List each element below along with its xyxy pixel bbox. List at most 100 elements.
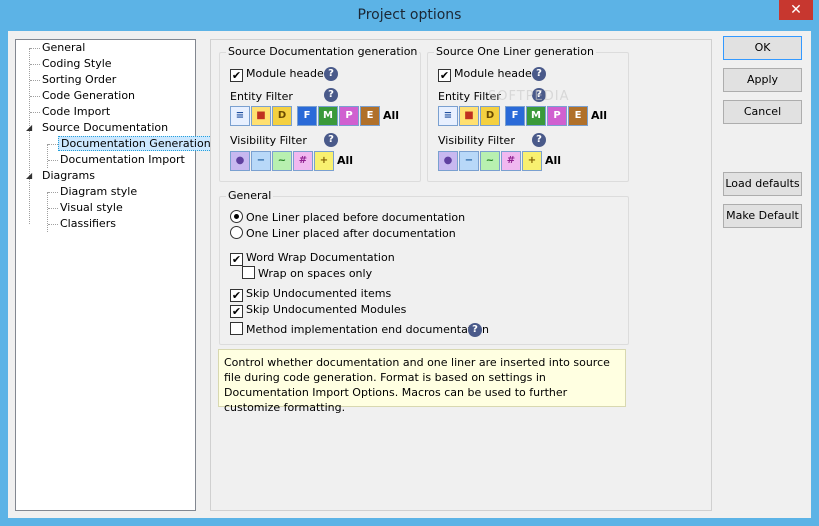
e-icon[interactable]: E — [568, 106, 588, 126]
title-bar[interactable]: Project options ✕ — [0, 0, 819, 31]
package-icon[interactable]: ~ — [272, 151, 292, 171]
help-icon[interactable]: ? — [324, 67, 338, 81]
help-icon[interactable]: ? — [324, 133, 338, 147]
tree-item-label: Diagrams — [42, 169, 95, 182]
tree-item-sorting-order[interactable]: Sorting Order — [42, 72, 116, 88]
all-label[interactable]: All — [591, 109, 607, 122]
checkbox-label: Skip Undocumented items — [246, 287, 392, 300]
checkbox-box[interactable]: ✔ — [230, 289, 243, 302]
p-icon[interactable]: P — [339, 106, 359, 126]
tree-item-classifiers[interactable]: Classifiers — [60, 216, 116, 232]
tree-item-documentation-generation[interactable]: Documentation Generation — [58, 136, 214, 152]
tree-connector — [47, 192, 48, 232]
m-icon[interactable]: M — [318, 106, 338, 126]
tree-connector — [47, 144, 48, 168]
internal-icon[interactable]: # — [293, 151, 313, 171]
help-icon[interactable]: ? — [324, 88, 338, 102]
protected-icon[interactable]: − — [459, 151, 479, 171]
radio-before-doc[interactable]: One Liner placed before documentation — [230, 210, 465, 226]
tree-item-diagram-style[interactable]: Diagram style — [60, 184, 137, 200]
tree-item-diagrams[interactable]: Diagrams — [42, 168, 95, 184]
method-end-checkbox[interactable]: Method implementation end documentation — [230, 322, 489, 338]
dialog-client: General Coding Style Sorting Order Code … — [8, 31, 811, 518]
source-doc-group-title: Source Documentation generation — [226, 45, 420, 58]
f-icon[interactable]: F — [505, 106, 525, 126]
radio-button[interactable] — [230, 210, 243, 223]
checkbox-box[interactable] — [230, 322, 243, 335]
softpedia-watermark: SOFTPEDIA — [488, 89, 570, 104]
tree-item-code-generation[interactable]: Code Generation — [42, 88, 135, 104]
checkbox-label: Module header — [246, 67, 329, 80]
module-header-checkbox[interactable]: ✔ Module header — [230, 66, 328, 82]
p-icon[interactable]: P — [547, 106, 567, 126]
checkbox-label: Skip Undocumented Modules — [246, 303, 407, 316]
close-button[interactable]: ✕ — [779, 0, 813, 20]
visibility-filter-label: Visibility Filter — [230, 134, 307, 147]
tree-item-label: Source Documentation — [42, 121, 169, 134]
tree-item-label: Coding Style — [42, 57, 112, 70]
protected-icon[interactable]: − — [251, 151, 271, 171]
f-icon[interactable]: F — [297, 106, 317, 126]
public-icon[interactable]: + — [522, 151, 542, 171]
tree-connector — [30, 80, 40, 81]
cancel-button[interactable]: Cancel — [723, 100, 802, 124]
tree-connector — [30, 64, 40, 65]
m-icon[interactable]: M — [526, 106, 546, 126]
tree-item-label: Code Generation — [42, 89, 136, 102]
tree-connector — [30, 112, 40, 113]
collapse-arrow-icon[interactable]: ◢ — [26, 123, 32, 132]
source-doc-group: Source Documentation generation ✔ Module … — [219, 45, 421, 182]
shapes-icon[interactable]: ■ — [251, 106, 271, 126]
collapse-arrow-icon[interactable]: ◢ — [26, 171, 32, 180]
internal-icon[interactable]: # — [501, 151, 521, 171]
all-label[interactable]: All — [337, 154, 353, 167]
checkbox-box[interactable]: ✔ — [230, 305, 243, 318]
tree-item-source-documentation[interactable]: Source Documentation — [42, 120, 168, 136]
tree-connector — [30, 48, 40, 49]
tree-item-general[interactable]: General — [42, 40, 85, 56]
radio-after-doc[interactable]: One Liner placed after documentation — [230, 226, 456, 242]
skip-items-checkbox[interactable]: ✔ Skip Undocumented items — [230, 286, 391, 302]
checkbox-box[interactable]: ✔ — [230, 69, 243, 82]
tree-item-visual-style[interactable]: Visual style — [60, 200, 123, 216]
tree-connector — [48, 144, 58, 145]
text-icon[interactable]: ≡ — [230, 106, 250, 126]
e-icon[interactable]: E — [360, 106, 380, 126]
tree-item-label: Diagram style — [60, 185, 138, 198]
word-wrap-checkbox[interactable]: ✔ Word Wrap Documentation — [230, 250, 395, 266]
checkbox-box[interactable] — [242, 266, 255, 279]
tree-item-label: Classifiers — [60, 217, 116, 230]
private-icon[interactable]: ● — [438, 151, 458, 171]
checkbox-label: Module header — [454, 67, 537, 80]
apply-button[interactable]: Apply — [723, 68, 802, 92]
d-icon[interactable]: D — [272, 106, 292, 126]
make-default-button[interactable]: Make Default — [723, 204, 802, 228]
help-icon[interactable]: ? — [532, 67, 546, 81]
wrap-spaces-checkbox[interactable]: Wrap on spaces only — [242, 266, 372, 282]
shapes-icon[interactable]: ■ — [459, 106, 479, 126]
one-liner-module-header-checkbox[interactable]: ✔ Module header — [438, 66, 536, 82]
d-icon[interactable]: D — [480, 106, 500, 126]
tree-item-code-import[interactable]: Code Import — [42, 104, 110, 120]
text-icon[interactable]: ≡ — [438, 106, 458, 126]
load-defaults-button[interactable]: Load defaults — [723, 172, 802, 196]
help-icon[interactable]: ? — [532, 133, 546, 147]
tree-item-coding-style[interactable]: Coding Style — [42, 56, 112, 72]
options-tree[interactable]: General Coding Style Sorting Order Code … — [15, 39, 214, 511]
radio-label: One Liner placed before documentation — [246, 211, 466, 224]
entity-filter-bar: ≡ ■ D F M P E All — [438, 106, 623, 126]
public-icon[interactable]: + — [314, 151, 334, 171]
help-icon[interactable]: ? — [468, 323, 482, 337]
checkbox-box[interactable]: ✔ — [438, 69, 451, 82]
checkbox-box[interactable]: ✔ — [230, 253, 243, 266]
tree-item-documentation-import[interactable]: Documentation Import — [60, 152, 185, 168]
tree-connector — [30, 96, 40, 97]
all-label[interactable]: All — [545, 154, 561, 167]
private-icon[interactable]: ● — [230, 151, 250, 171]
visibility-filter-bar: ● − ~ # + All — [230, 151, 360, 171]
ok-button[interactable]: OK — [723, 36, 802, 60]
package-icon[interactable]: ~ — [480, 151, 500, 171]
all-label[interactable]: All — [383, 109, 399, 122]
skip-modules-checkbox[interactable]: ✔ Skip Undocumented Modules — [230, 302, 406, 318]
radio-button[interactable] — [230, 226, 243, 239]
